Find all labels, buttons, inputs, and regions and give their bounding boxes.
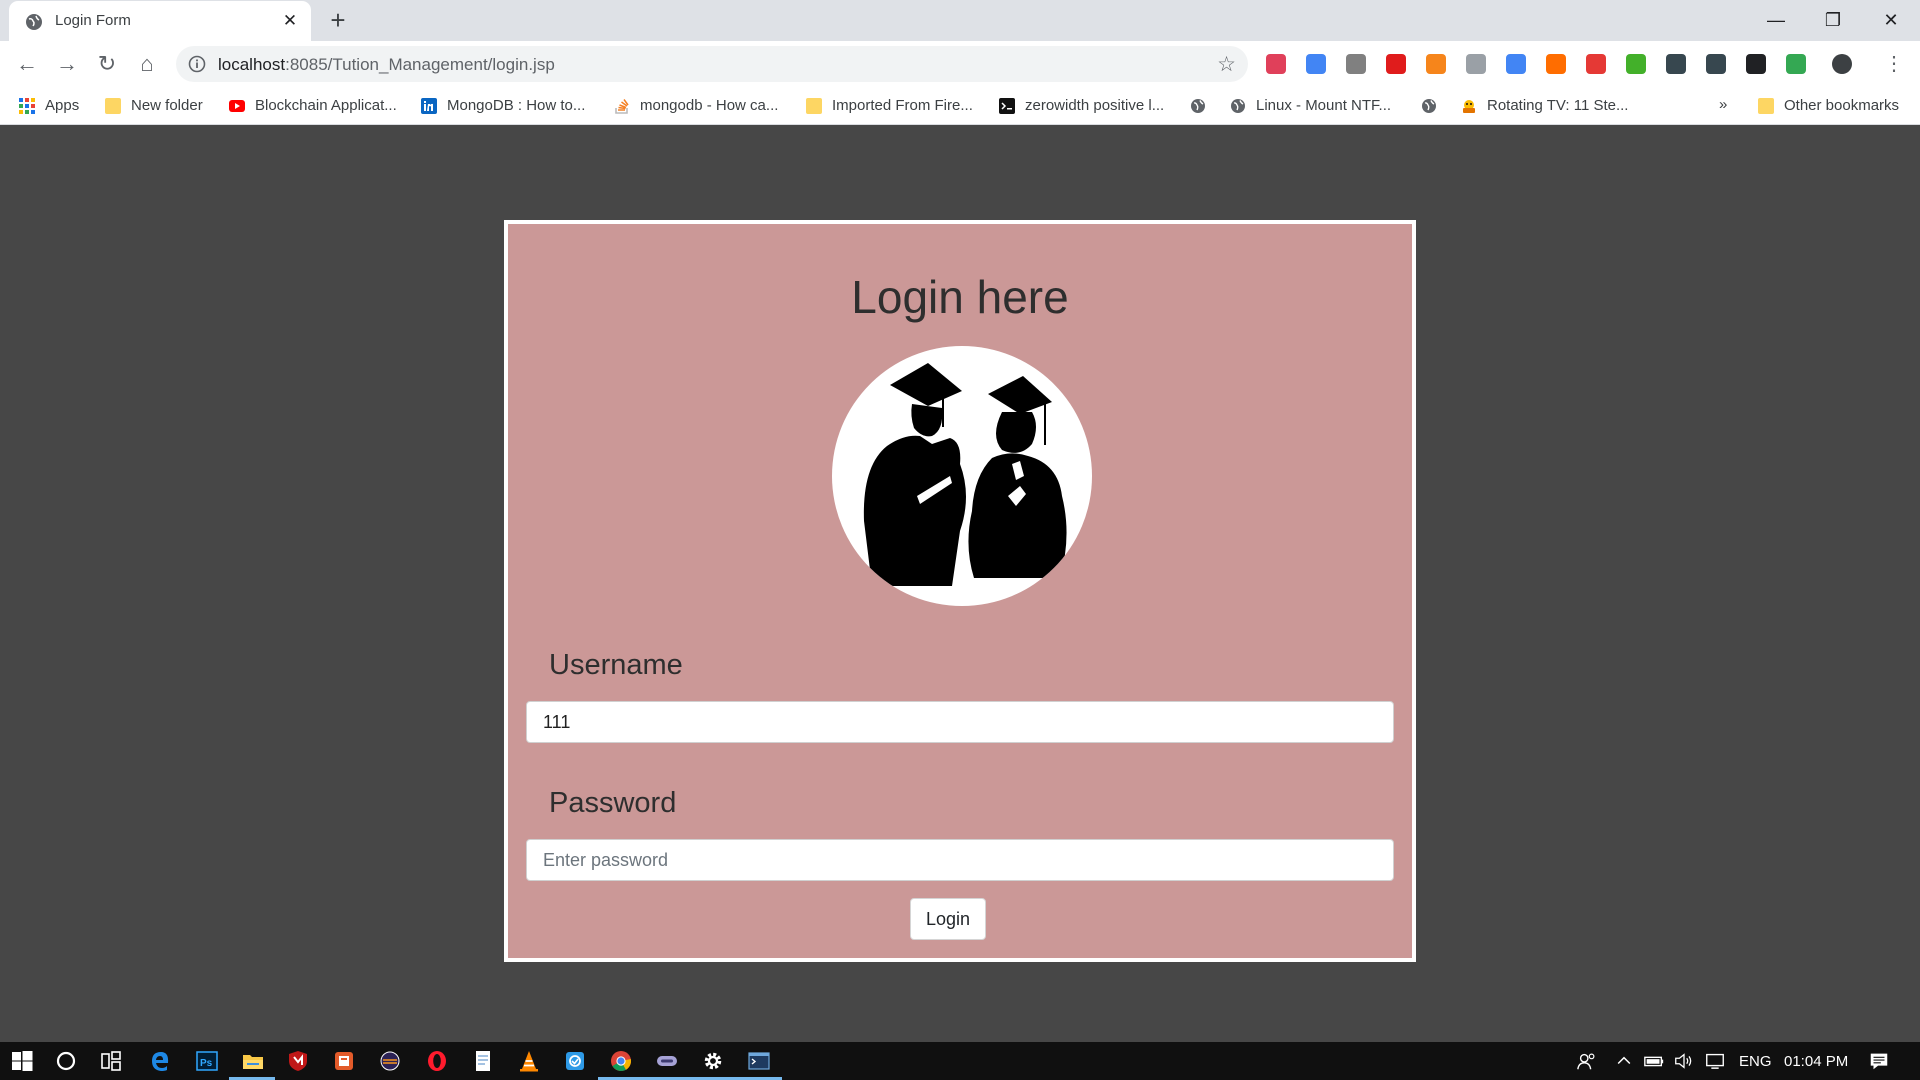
edge-icon[interactable] — [148, 1049, 172, 1073]
site-info-icon[interactable] — [188, 55, 206, 73]
bookmarks-overflow-icon[interactable]: » — [1719, 96, 1727, 116]
mcafee-icon[interactable] — [286, 1049, 310, 1073]
home-icon[interactable]: ⌂ — [134, 51, 160, 77]
folder-icon — [105, 98, 121, 114]
window-close-icon[interactable]: ✕ — [1868, 5, 1914, 35]
graduates-avatar-image — [832, 346, 1092, 606]
reload-icon[interactable]: ↻ — [94, 51, 120, 77]
translate-icon[interactable] — [1506, 54, 1526, 74]
tab-title: Login Form — [55, 12, 131, 29]
login-form-container: Login here Username Password Login — [504, 220, 1416, 962]
photoshop-icon[interactable]: Ps — [195, 1049, 219, 1073]
forward-arrow-icon[interactable]: → — [54, 51, 80, 77]
clock[interactable]: 01:04 PM — [1784, 1053, 1848, 1070]
pocket-icon[interactable] — [1266, 54, 1286, 74]
feed-extension-icon[interactable] — [1546, 54, 1566, 74]
windows-taskbar: Ps ENG 01:04 PM — [0, 1042, 1920, 1080]
globe-extension-icon[interactable] — [1786, 54, 1806, 74]
globe-icon — [1191, 99, 1205, 113]
bookmark-label: New folder — [131, 97, 203, 114]
cortana-icon[interactable] — [54, 1049, 78, 1073]
bookmark-label: Apps — [45, 97, 80, 114]
network-icon[interactable] — [1704, 1049, 1726, 1073]
back-arrow-icon[interactable]: ← — [14, 51, 40, 77]
gear-extension-icon[interactable] — [1346, 54, 1366, 74]
password-input[interactable] — [526, 839, 1394, 881]
chrome-icon[interactable] — [609, 1049, 633, 1073]
stackoverflow-icon — [615, 99, 629, 114]
minimize-icon[interactable]: — — [1753, 5, 1799, 35]
vlc-icon[interactable] — [517, 1049, 541, 1073]
globe-icon — [1231, 99, 1245, 113]
folder-icon — [806, 98, 822, 114]
terminal-icon — [999, 98, 1015, 114]
file-explorer-icon[interactable] — [241, 1049, 265, 1073]
store-icon[interactable] — [563, 1049, 587, 1073]
bookmark-label: Imported From Fire... — [832, 97, 973, 114]
volume-icon[interactable] — [1673, 1049, 1695, 1073]
windows-start-icon[interactable] — [10, 1049, 34, 1073]
bookmark-label: Rotating TV: 11 Ste... — [1487, 97, 1629, 114]
language-indicator[interactable]: ENG — [1739, 1053, 1772, 1070]
r-extension-icon[interactable] — [1746, 54, 1766, 74]
svg-text:Ps: Ps — [200, 1058, 213, 1069]
eclipse-icon[interactable] — [378, 1049, 402, 1073]
restore-icon[interactable]: ❐ — [1810, 5, 1856, 35]
tab-strip: Login Form ✕ + — ❐ ✕ — [0, 0, 1920, 41]
bookmark-label: Other bookmarks — [1784, 97, 1900, 114]
foxit-icon[interactable] — [332, 1049, 356, 1073]
battery-icon[interactable] — [1643, 1049, 1665, 1073]
notifications-icon[interactable] — [1868, 1049, 1890, 1073]
globe-favicon-icon — [26, 14, 42, 30]
address-bar[interactable]: localhost:8085/Tution_Management/login.j… — [176, 46, 1248, 82]
browser-menu-icon[interactable]: ⋮ — [1884, 51, 1904, 77]
bookmark-globe-1[interactable] — [1190, 96, 1206, 116]
bookmark-globe-2[interactable] — [1421, 96, 1437, 116]
bookmark-label: Linux - Mount NTF... — [1256, 97, 1392, 114]
page-title: Login here — [851, 271, 1069, 323]
opera-icon[interactable] — [425, 1049, 449, 1073]
apps-grid-icon — [19, 98, 35, 114]
new-tab-plus-icon[interactable]: + — [326, 7, 350, 33]
keyboard-extension-icon[interactable] — [1466, 54, 1486, 74]
tab-close-icon[interactable]: ✕ — [280, 11, 300, 31]
browser-toolbar: ← → ↻ ⌂ localhost:8085/Tution_Management… — [0, 41, 1920, 87]
password-label: Password — [549, 787, 677, 819]
tab-login-form[interactable]: Login Form ✕ — [9, 1, 311, 41]
selenium-icon[interactable] — [1626, 54, 1646, 74]
people-icon[interactable] — [1576, 1049, 1598, 1073]
bookmark-label: MongoDB : How to... — [447, 97, 586, 114]
metamask-icon[interactable] — [1426, 54, 1446, 74]
bookmark-label: mongodb - How ca... — [640, 97, 779, 114]
bookmark-star-icon[interactable]: ☆ — [1217, 52, 1236, 77]
bookmark-label: zerowidth positive l... — [1025, 97, 1165, 114]
s-extension-icon[interactable] — [1666, 54, 1686, 74]
username-label: Username — [549, 649, 683, 681]
vs-code-icon[interactable] — [655, 1049, 679, 1073]
stack-extension-icon[interactable] — [1706, 54, 1726, 74]
bookmark-label: Blockchain Applicat... — [255, 97, 397, 114]
folder-icon — [1758, 98, 1774, 114]
terminal-app-icon[interactable] — [747, 1049, 771, 1073]
profile-avatar-icon[interactable] — [1832, 54, 1852, 74]
notepad-icon[interactable] — [471, 1049, 495, 1073]
adblock-icon[interactable] — [1386, 54, 1406, 74]
settings-icon[interactable] — [701, 1049, 725, 1073]
instructables-icon — [1463, 100, 1475, 113]
graduates-silhouette-icon — [863, 363, 1067, 586]
task-view-icon[interactable] — [99, 1049, 123, 1073]
chevron-up-icon[interactable] — [1614, 1049, 1634, 1073]
youtube-icon — [229, 100, 245, 112]
globe-icon — [1422, 99, 1436, 113]
username-input[interactable] — [526, 701, 1394, 743]
bookmarks-bar: Apps New folder Blockchain Applicat... M… — [0, 87, 1920, 125]
eyedropper-icon[interactable] — [1306, 54, 1326, 74]
login-button[interactable]: Login — [910, 898, 986, 940]
url-text: localhost:8085/Tution_Management/login.j… — [218, 55, 555, 74]
play-extension-icon[interactable] — [1586, 54, 1606, 74]
linkedin-icon — [421, 98, 437, 114]
